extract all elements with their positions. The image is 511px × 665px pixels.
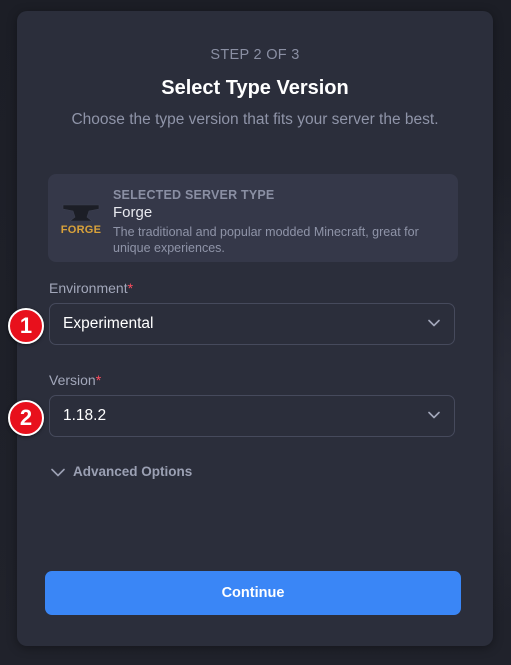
environment-select[interactable]: Experimental	[49, 303, 455, 345]
version-select[interactable]: 1.18.2	[49, 395, 455, 437]
continue-button[interactable]: Continue	[45, 571, 461, 615]
version-label: Version*	[49, 372, 101, 388]
required-asterisk: *	[95, 372, 102, 388]
page-subtitle: Choose the type version that fits your s…	[71, 111, 439, 128]
annotation-marker-2: 2	[8, 400, 44, 436]
version-label-text: Version	[49, 372, 96, 388]
advanced-options-label: Advanced Options	[73, 464, 193, 479]
step-indicator: STEP 2 OF 3	[210, 47, 300, 63]
server-type-name: Forge	[113, 204, 153, 221]
required-asterisk: *	[127, 280, 134, 296]
environment-label: Environment*	[49, 280, 133, 296]
environment-label-text: Environment	[49, 280, 128, 296]
environment-select-value: Experimental	[63, 315, 154, 332]
chevron-down-icon	[428, 319, 440, 327]
selected-server-type-panel: FORGE SELECTED SERVER TYPE Forge The tra…	[48, 174, 458, 262]
page-title: Select Type Version	[161, 77, 349, 99]
server-type-description: The traditional and popular modded Minec…	[113, 225, 419, 255]
forge-logo-icon: FORGE	[61, 204, 102, 236]
chevron-down-icon	[51, 468, 65, 477]
forge-logo-text: FORGE	[61, 224, 102, 236]
server-type-label: SELECTED SERVER TYPE	[113, 188, 275, 202]
version-select-value: 1.18.2	[63, 407, 107, 424]
chevron-down-icon	[428, 411, 440, 419]
select-version-card: STEP 2 OF 3 Select Type Version Choose t…	[17, 11, 493, 646]
annotation-marker-1: 1	[8, 308, 44, 344]
